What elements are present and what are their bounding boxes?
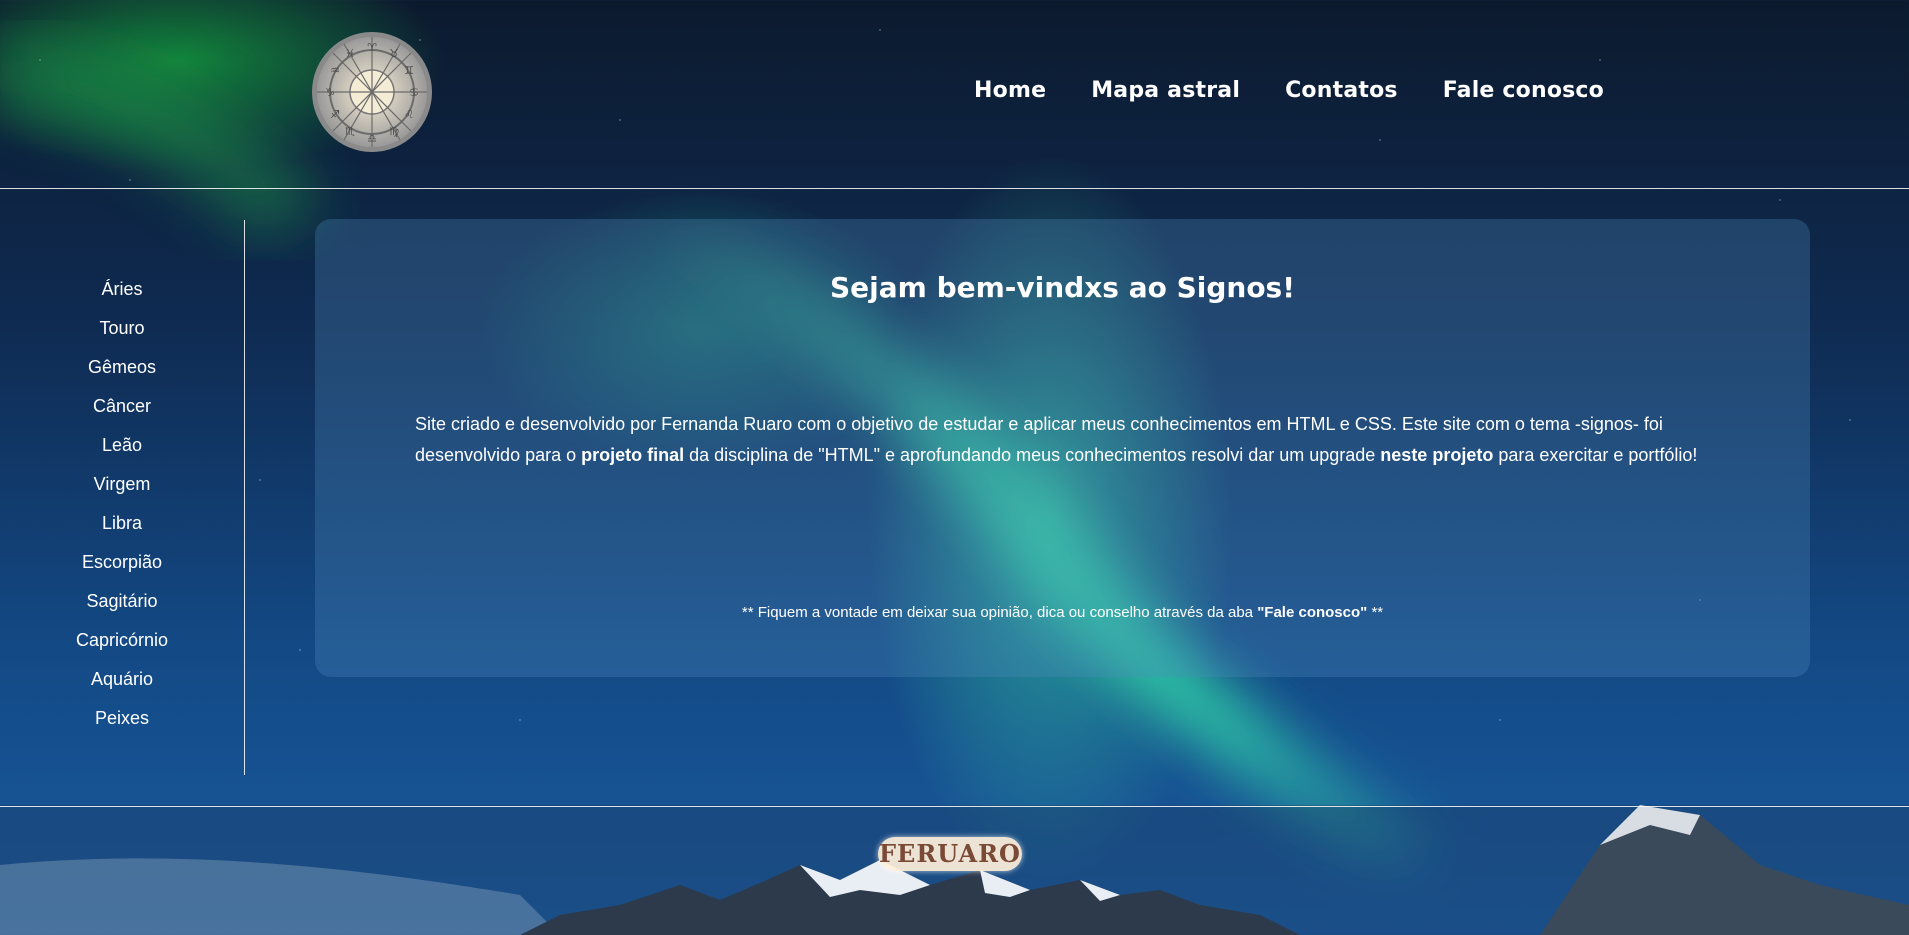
site-footer: FERUARO (0, 806, 1909, 935)
intro-bold-text: projeto final (581, 445, 685, 465)
sign-link[interactable]: Aquário (91, 669, 153, 689)
main-nav: Home Mapa astral Contatos Fale conosco (974, 78, 1604, 103)
note-text: ** (1367, 604, 1384, 621)
zodiac-wheel-icon[interactable]: ♈ ♉ ♊ ♋ ♌ ♍ ♎ ♏ ♐ ♑ ♒ ♓ (311, 31, 433, 153)
sign-link[interactable]: Peixes (95, 708, 149, 728)
sidebar-item-capricornio: Capricórnio (0, 621, 244, 660)
svg-text:♒: ♒ (330, 64, 340, 77)
sidebar-item-escorpiao: Escorpião (0, 543, 244, 582)
sidebar-item-touro: Touro (0, 309, 244, 348)
svg-text:♉: ♉ (389, 47, 399, 60)
page-title: Sejam bem-vindxs ao Signos! (830, 271, 1295, 304)
svg-text:♎: ♎ (367, 132, 377, 145)
nav-mapa-astral[interactable]: Mapa astral (1091, 78, 1240, 103)
intro-text: para exercitar e portfólio! (1493, 445, 1698, 465)
note-text: ** Fiquem a vontade em deixar sua opiniã… (741, 604, 1258, 621)
sidebar-item-aquario: Aquário (0, 660, 244, 699)
svg-text:♓: ♓ (345, 47, 355, 60)
svg-text:♈: ♈ (367, 41, 377, 54)
sign-link[interactable]: Câncer (93, 396, 151, 416)
svg-text:♏: ♏ (345, 125, 355, 138)
signs-sidebar: Áries Touro Gêmeos Câncer Leão Virgem Li… (0, 220, 245, 775)
sidebar-item-cancer: Câncer (0, 387, 244, 426)
sign-link[interactable]: Touro (99, 318, 144, 338)
sidebar-item-leao: Leão (0, 426, 244, 465)
nav-contatos[interactable]: Contatos (1285, 78, 1398, 103)
sign-link[interactable]: Capricórnio (76, 630, 168, 650)
feedback-note: ** Fiquem a vontade em deixar sua opiniã… (315, 604, 1810, 621)
svg-text:♑: ♑ (325, 86, 335, 99)
signs-list: Áries Touro Gêmeos Câncer Leão Virgem Li… (0, 220, 244, 738)
sidebar-item-gemeos: Gêmeos (0, 348, 244, 387)
sign-link[interactable]: Leão (102, 435, 142, 455)
author-signature: FERUARO (878, 837, 1022, 871)
svg-text:♌: ♌ (404, 108, 414, 121)
intro-paragraph: Site criado e desenvolvido por Fernanda … (415, 409, 1715, 471)
sign-link[interactable]: Áries (101, 279, 142, 299)
nav-home[interactable]: Home (974, 78, 1046, 103)
nav-fale-conosco[interactable]: Fale conosco (1443, 78, 1604, 103)
intro-bold-text: neste projeto (1380, 445, 1494, 465)
svg-text:♐: ♐ (330, 108, 340, 121)
sidebar-item-virgem: Virgem (0, 465, 244, 504)
sign-link[interactable]: Escorpião (82, 552, 162, 572)
sidebar-item-peixes: Peixes (0, 699, 244, 738)
sign-link[interactable]: Gêmeos (88, 357, 156, 377)
sidebar-item-aries: Áries (0, 270, 244, 309)
sidebar-item-libra: Libra (0, 504, 244, 543)
svg-text:♋: ♋ (409, 86, 419, 99)
site-header: ♈ ♉ ♊ ♋ ♌ ♍ ♎ ♏ ♐ ♑ ♒ ♓ Home Mapa astral… (0, 0, 1909, 189)
sidebar-item-sagitario: Sagitário (0, 582, 244, 621)
intro-text: da disciplina de "HTML" e aprofundando m… (684, 445, 1381, 465)
sign-link[interactable]: Virgem (94, 474, 151, 494)
note-bold-text: "Fale conosco" (1257, 604, 1368, 621)
svg-text:♍: ♍ (389, 125, 399, 138)
sign-link[interactable]: Sagitário (86, 591, 157, 611)
welcome-panel: Sejam bem-vindxs ao Signos! Site criado … (315, 219, 1810, 677)
svg-text:♊: ♊ (404, 64, 414, 77)
sign-link[interactable]: Libra (102, 513, 142, 533)
